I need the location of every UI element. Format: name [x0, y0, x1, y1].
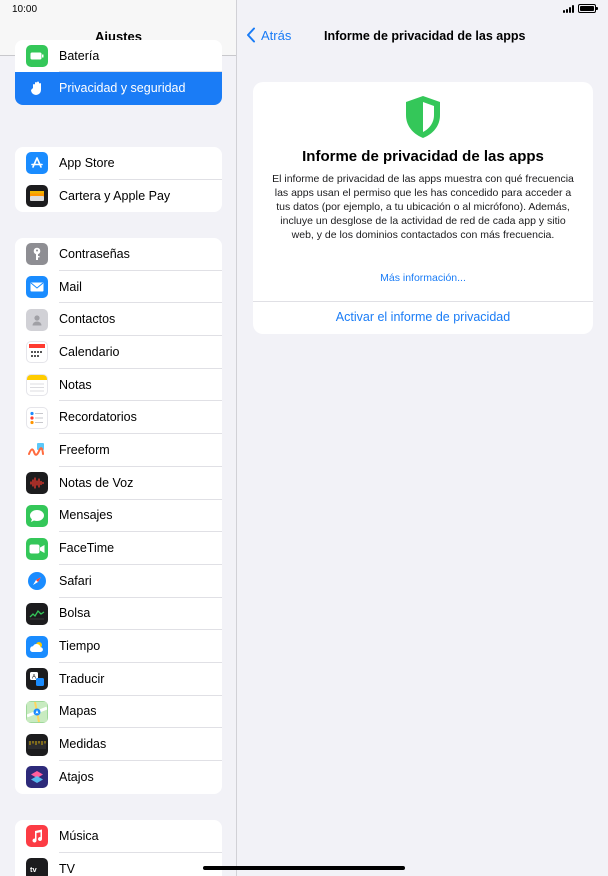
weather-icon [26, 635, 48, 658]
sidebar-item-label: Mail [59, 271, 222, 304]
sidebar-item-label: Notas [59, 369, 222, 402]
sidebar-item-label: App Store [59, 147, 222, 180]
shortcuts-icon [26, 766, 48, 789]
sidebar-item-label: Contraseñas [59, 238, 222, 271]
battery-icon [26, 45, 48, 67]
facetime-icon [26, 537, 48, 560]
sidebar-item-battery[interactable]: Batería [15, 40, 222, 72]
sidebar-item-label: TV [59, 862, 75, 876]
sidebar-item-label: FaceTime [59, 532, 222, 565]
sidebar-item-label: Atajos [59, 770, 94, 785]
sidebar-item-calendar[interactable]: Calendario [15, 336, 222, 369]
contacts-icon [26, 308, 48, 331]
app-store-icon [26, 152, 48, 175]
wallet-icon [26, 185, 48, 208]
sidebar-item-label: Tiempo [59, 630, 222, 663]
mail-icon [26, 276, 48, 299]
status-bar: 10:00 [0, 0, 608, 20]
sidebar-item-facetime[interactable]: FaceTime [15, 532, 222, 565]
detail-navbar: Atrás Informe de privacidad de las apps [238, 20, 608, 56]
sidebar-item-measure[interactable]: Medidas [15, 728, 222, 761]
status-time: 10:00 [12, 4, 38, 15]
sidebar-item-music[interactable]: Música [15, 820, 222, 853]
reminders-icon [26, 406, 48, 429]
status-icons [563, 4, 598, 13]
sidebar-item-translate[interactable]: A Traducir [15, 663, 222, 696]
freeform-icon [26, 439, 48, 462]
sidebar-item-stocks[interactable]: Bolsa [15, 598, 222, 631]
signal-icon [563, 4, 574, 13]
sidebar-item-label: Traducir [59, 663, 222, 696]
translate-icon: A [26, 668, 48, 691]
messages-icon [26, 504, 48, 527]
sidebar-item-label: Bolsa [59, 598, 222, 631]
sidebar-item-contacts[interactable]: Contactos [15, 303, 222, 337]
sidebar-item-label: Privacidad y seguridad [59, 81, 186, 96]
sidebar-item-passwords[interactable]: Contraseñas [15, 238, 222, 271]
sidebar-item-label: Calendario [59, 336, 222, 369]
divider [253, 301, 593, 302]
sidebar-item-notes[interactable]: Notas [15, 369, 222, 402]
stocks-icon [26, 602, 48, 625]
sidebar-item-safari[interactable]: Safari [15, 565, 222, 598]
sidebar-item-app-store[interactable]: App Store [15, 147, 222, 180]
sidebar-item-shortcuts[interactable]: Atajos [15, 761, 222, 794]
back-button-label: Atrás [261, 27, 292, 43]
sidebar-item-label: Freeform [59, 434, 222, 467]
back-button[interactable]: Atrás [246, 27, 291, 43]
sidebar-item-maps[interactable]: Mapas [15, 696, 222, 729]
settings-group-1: Batería Privacidad y seguridad [15, 40, 222, 105]
sidebar-item-freeform[interactable]: Freeform [15, 434, 222, 467]
home-indicator[interactable] [203, 866, 405, 870]
shield-icon [406, 96, 440, 138]
settings-group-2: App Store Cartera y Apple Pay [15, 147, 222, 213]
sidebar-item-weather[interactable]: Tiempo [15, 630, 222, 663]
page-title: Informe de privacidad de las apps [324, 29, 526, 43]
measure-icon [26, 733, 48, 756]
activate-privacy-report-button[interactable]: Activar el informe de privacidad [253, 310, 593, 324]
sidebar-item-reminders[interactable]: Recordatorios [15, 401, 222, 435]
privacy-report-card: Informe de privacidad de las apps El inf… [253, 82, 593, 334]
sidebar-item-messages[interactable]: Mensajes [15, 500, 222, 533]
safari-icon [26, 570, 48, 593]
maps-icon [26, 700, 48, 723]
sidebar-item-label: Batería [59, 40, 222, 72]
sidebar-item-label: Mapas [59, 696, 222, 729]
chevron-left-icon [247, 27, 255, 43]
notes-icon [26, 374, 48, 397]
sidebar-item-wallet[interactable]: Cartera y Apple Pay [15, 180, 222, 213]
calendar-icon [26, 341, 48, 364]
sidebar-item-label: Contactos [59, 303, 222, 337]
voice-memos-icon [26, 472, 48, 495]
more-info-link[interactable]: Más información... [253, 272, 593, 284]
sidebar-item-privacy[interactable]: Privacidad y seguridad [15, 72, 222, 105]
settings-group-4: Música tv TV [15, 820, 222, 876]
battery-status-icon [578, 4, 598, 13]
svg-text:A: A [32, 675, 36, 681]
sidebar-item-mail[interactable]: Mail [15, 271, 222, 304]
key-icon [26, 243, 48, 266]
sidebar-item-label: Medidas [59, 728, 222, 761]
settings-group-3: Contraseñas Mail Contactos Calendario No… [15, 238, 222, 794]
music-icon [26, 825, 48, 848]
sidebar-item-tv[interactable]: tv TV [15, 853, 222, 876]
tv-icon: tv [26, 858, 48, 876]
settings-sidebar: Ajustes Batería Privacidad y seguridad A… [0, 0, 237, 876]
sidebar-item-label: Música [59, 820, 222, 853]
sidebar-item-label: Recordatorios [59, 401, 222, 435]
sidebar-item-label: Mensajes [59, 500, 222, 533]
sidebar-item-label: Cartera y Apple Pay [59, 189, 171, 204]
card-title: Informe de privacidad de las apps [302, 148, 544, 165]
sidebar-item-label: Safari [59, 565, 222, 598]
card-description: El informe de privacidad de las apps mue… [272, 173, 574, 241]
hand-icon [26, 77, 48, 100]
sidebar-item-voice-memos[interactable]: Notas de Voz [15, 467, 222, 500]
svg-text:tv: tv [30, 865, 37, 874]
sidebar-item-label: Notas de Voz [59, 467, 222, 500]
